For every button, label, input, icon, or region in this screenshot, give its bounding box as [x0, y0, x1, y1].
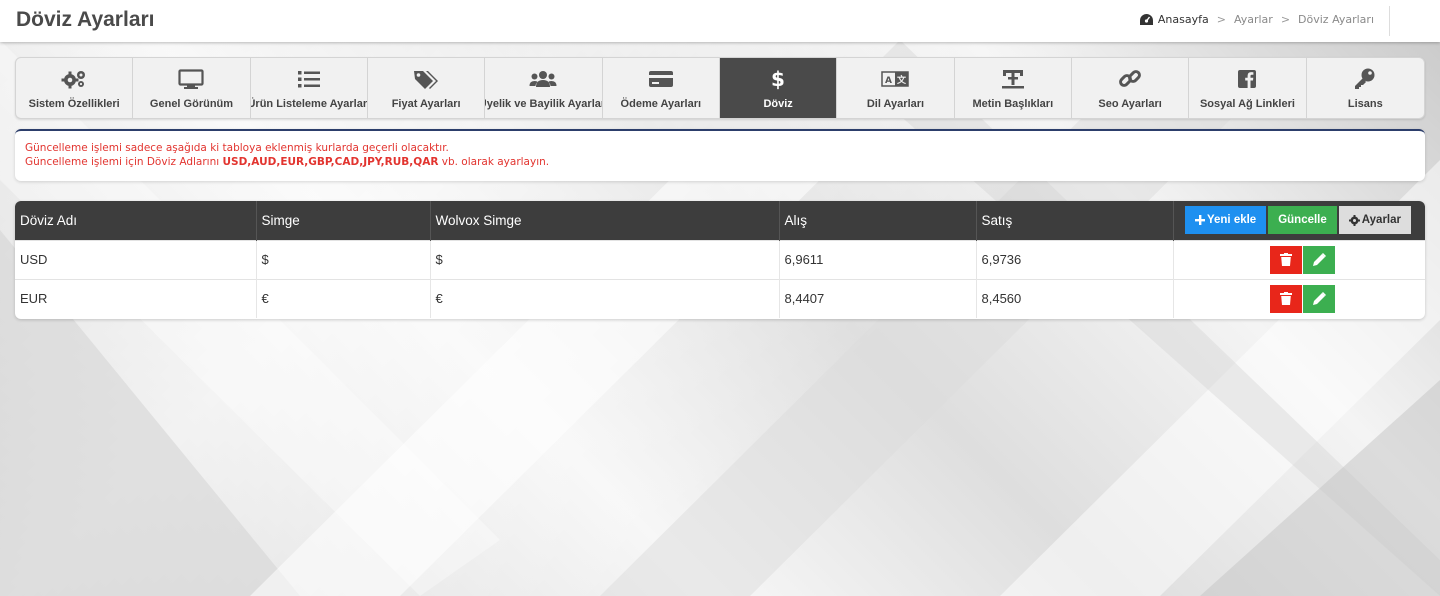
add-currency-button[interactable]: Yeni ekle [1184, 206, 1267, 235]
svg-text:A: A [885, 76, 892, 86]
tab-genel-gorunum[interactable]: Genel Görünüm [133, 58, 251, 118]
tab-label: Lisans [1347, 98, 1383, 110]
credit-card-icon [648, 68, 674, 90]
tab-label: Fiyat Ayarları [391, 98, 461, 110]
tab-label: Metin Başlıkları [972, 98, 1054, 110]
column-alis: Alış [779, 201, 977, 240]
tab-urun-listeleme[interactable]: Ürün Listeleme Ayarları [251, 58, 368, 118]
column-satis: Satış [976, 201, 1174, 240]
add-currency-label: Yeni ekle [1206, 214, 1257, 227]
page-title: Döviz Ayarları [16, 8, 155, 31]
svg-text:$: $ [771, 68, 785, 90]
page-header: Döviz Ayarları Anasayfa > Ayarlar > Dövi… [0, 0, 1440, 42]
users-icon [529, 68, 557, 90]
tab-label: Seo Ayarları [1098, 98, 1162, 110]
info-notice: Güncelleme işlemi sadece aşağıda ki tabl… [15, 129, 1425, 181]
edit-button[interactable] [1303, 245, 1335, 274]
tab-fiyat-ayarlari[interactable]: Fiyat Ayarları [368, 58, 486, 118]
dashboard-icon [1139, 14, 1153, 25]
notice-line-2-prefix: Güncelleme işlemi için Döviz Adlarını [25, 156, 223, 168]
monitor-icon [178, 68, 205, 90]
key-icon [1353, 68, 1377, 90]
tab-label: Üyelik ve Bayilik Ayarları [485, 98, 603, 110]
cell-symbol: € [256, 279, 431, 318]
update-rates-label: Güncelle [1278, 214, 1327, 227]
column-doviz-adi: Döviz Adı [15, 201, 257, 240]
breadcrumb-home[interactable]: Anasayfa [1139, 13, 1209, 26]
table-header-row: Döviz Adı Simge Wolvox Simge Alış Satış … [15, 201, 1425, 240]
tab-metin-basliklari[interactable]: Metin Başlıkları [955, 58, 1072, 118]
currency-table-panel: Döviz Adı Simge Wolvox Simge Alış Satış … [15, 201, 1425, 319]
tags-icon [413, 68, 439, 90]
tab-doviz[interactable]: $ Döviz [719, 58, 838, 118]
dollar-icon: $ [770, 68, 786, 90]
cell-sell: 6,9736 [976, 240, 1174, 279]
currency-table: Döviz Adı Simge Wolvox Simge Alış Satış … [15, 201, 1425, 318]
tab-sistem-ozellikleri[interactable]: Sistem Özellikleri [16, 58, 134, 118]
cell-name: EUR [15, 279, 257, 318]
tab-seo-ayarlari[interactable]: Seo Ayarları [1072, 58, 1190, 118]
cell-name: USD [15, 240, 257, 279]
tab-lisans[interactable]: Lisans [1307, 58, 1424, 118]
cell-sell: 8,4560 [976, 279, 1174, 318]
breadcrumb-ayarlar[interactable]: Ayarlar [1234, 13, 1273, 26]
facebook-icon [1237, 68, 1257, 90]
pencil-icon [1312, 292, 1326, 306]
breadcrumb-current: Döviz Ayarları [1298, 13, 1374, 26]
language-icon: A文 [881, 68, 910, 90]
trash-icon [1280, 253, 1292, 266]
breadcrumb-separator: > [1216, 13, 1226, 26]
link-icon [1118, 68, 1142, 90]
notice-line-2-suffix: vb. olarak ayarlayın. [438, 156, 550, 168]
cell-wolvox-symbol: € [430, 279, 780, 318]
breadcrumb-separator: > [1280, 13, 1291, 26]
update-rates-button[interactable]: Güncelle [1268, 206, 1337, 235]
tab-label: Ödeme Ayarları [620, 98, 702, 110]
svg-text:文: 文 [896, 74, 907, 86]
edit-button[interactable] [1303, 284, 1335, 313]
tab-label: Genel Görünüm [149, 98, 234, 110]
tab-label: Dil Ayarları [866, 98, 925, 110]
table-actions-header: Yeni ekle Güncelle Ayarlar [1173, 201, 1425, 240]
delete-button[interactable] [1270, 284, 1302, 313]
cell-buy: 6,9611 [779, 240, 977, 279]
table-row: USD $ $ 6,9611 6,9736 [15, 240, 1425, 279]
pencil-icon [1312, 253, 1326, 266]
trash-icon [1280, 292, 1292, 306]
header-divider [1389, 6, 1390, 36]
notice-line-1: Güncelleme işlemi sadece aşağıda ki tabl… [25, 142, 449, 154]
breadcrumb: Anasayfa > Ayarlar > Döviz Ayarları [1139, 13, 1374, 26]
row-actions [1173, 279, 1425, 318]
row-actions [1173, 240, 1425, 279]
notice-line-2: Güncelleme işlemi için Döviz Adlarını US… [25, 155, 1415, 169]
column-wolvox-simge: Wolvox Simge [430, 201, 780, 240]
cell-symbol: $ [256, 240, 431, 279]
settings-button[interactable]: Ayarlar [1338, 206, 1411, 235]
tab-sosyal-ag[interactable]: Sosyal Ağ Linkleri [1189, 58, 1307, 118]
delete-button[interactable] [1270, 245, 1302, 274]
plus-icon [1194, 215, 1205, 226]
settings-tabs: Sistem Özellikleri Genel Görünüm Ürün Li… [15, 57, 1425, 119]
breadcrumb-home-label: Anasayfa [1157, 13, 1209, 26]
settings-label: Ayarlar [1361, 214, 1401, 227]
cell-buy: 8,4407 [779, 279, 977, 318]
notice-currency-codes: USD,AUD,EUR,GBP,CAD,JPY,RUB,QAR [222, 156, 439, 168]
gears-icon [61, 68, 87, 90]
tab-label: Sistem Özellikleri [28, 98, 120, 110]
column-simge: Simge [256, 201, 431, 240]
tab-label: Döviz [763, 98, 793, 110]
tab-uyelik-bayilik[interactable]: Üyelik ve Bayilik Ayarları [485, 58, 603, 118]
list-icon [297, 68, 321, 90]
cell-wolvox-symbol: $ [430, 240, 780, 279]
gear-icon [1348, 214, 1360, 226]
tab-dil-ayarlari[interactable]: A文 Dil Ayarları [837, 58, 955, 118]
tab-label: Sosyal Ağ Linkleri [1199, 98, 1295, 110]
tab-label: Ürün Listeleme Ayarları [250, 98, 368, 110]
tab-odeme-ayarlari[interactable]: Ödeme Ayarları [603, 58, 720, 118]
table-row: EUR € € 8,4407 8,4560 [15, 279, 1425, 318]
text-height-icon [1001, 68, 1025, 90]
